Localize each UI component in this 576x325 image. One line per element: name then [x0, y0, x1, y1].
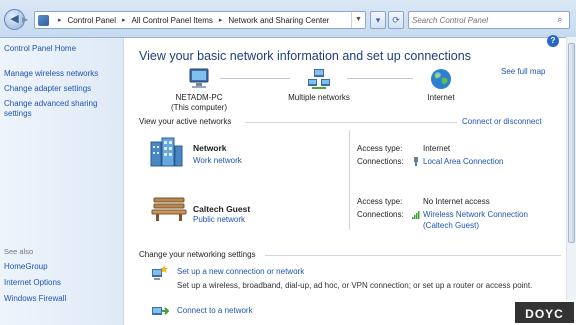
see-full-map-link[interactable]: See full map [501, 67, 545, 76]
globe-icon [403, 68, 479, 90]
change-adapter-link[interactable]: Change adapter settings [4, 84, 120, 94]
breadcrumb: ▸ Control Panel ▸ All Control Panel Item… [52, 12, 329, 28]
internet-label: Internet [427, 93, 455, 102]
address-bar[interactable]: ▸ Control Panel ▸ All Control Panel Item… [34, 11, 366, 29]
setup-connection-description: Set up a wireless, broadband, dial-up, a… [177, 281, 533, 290]
control-panel-icon [38, 15, 49, 26]
see-also-heading: See also [4, 247, 34, 256]
change-settings-heading: Change your networking settings [139, 250, 256, 259]
chevron-down-icon[interactable]: ▼ [351, 12, 365, 28]
internet-options-link[interactable]: Internet Options [4, 278, 66, 288]
work-network-link[interactable]: Work network [193, 156, 242, 165]
network-icon [281, 68, 357, 90]
task-pane: Control Panel Home Manage wireless netwo… [0, 38, 124, 325]
main-content: ? View your basic network information an… [125, 35, 576, 325]
wireless-connection-link[interactable]: Wireless Network Connection (Caltech Gue… [423, 209, 528, 231]
network-name: Network [193, 143, 227, 153]
public-network-icon[interactable] [151, 196, 187, 222]
wireless-connection-name[interactable]: Wireless Network Connection [423, 210, 528, 219]
divider [265, 255, 561, 256]
chevron-right-icon[interactable]: ▸ [219, 16, 223, 24]
connections-label: Connections: [357, 210, 404, 219]
wireless-signal-icon [412, 210, 420, 219]
connect-network-icon[interactable] [151, 303, 170, 321]
network-name: Caltech Guest [193, 204, 251, 214]
access-type-label: Access type: [357, 197, 403, 206]
work-network-icon[interactable] [149, 136, 183, 168]
access-type-label: Access type: [357, 144, 403, 153]
new-connection-icon[interactable] [151, 265, 169, 283]
control-panel-home-link[interactable]: Control Panel Home [4, 44, 76, 53]
connect-network-link[interactable]: Connect to a network [177, 306, 253, 315]
vertical-scrollbar[interactable] [566, 37, 576, 325]
search-box[interactable]: ⌕ [408, 11, 570, 29]
windows-firewall-link[interactable]: Windows Firewall [4, 294, 66, 304]
computer-caption: (This computer) [170, 103, 227, 112]
ethernet-icon [412, 157, 420, 166]
forward-button[interactable]: ▶ [22, 12, 32, 27]
task-links: Manage wireless networks Change adapter … [4, 69, 120, 124]
access-type-value: No Internet access [423, 197, 490, 206]
search-input[interactable] [412, 13, 552, 27]
breadcrumb-control-panel[interactable]: Control Panel [68, 16, 116, 25]
history-dropdown-button[interactable]: ▾ [370, 11, 386, 29]
manage-wireless-link[interactable]: Manage wireless networks [4, 69, 120, 79]
change-sharing-link[interactable]: Change advanced sharing settings [4, 99, 120, 119]
map-node-computer[interactable]: NETADM-PC (This computer) [161, 68, 237, 113]
setup-connection-link[interactable]: Set up a new connection or network [177, 267, 304, 276]
connections-label: Connections: [357, 157, 404, 166]
computer-name: NETADM-PC [175, 93, 223, 102]
page-title: View your basic network information and … [139, 49, 471, 63]
address-toolbar: ◀ ▶ ▸ Control Panel ▸ All Control Panel … [0, 0, 576, 38]
public-network-link[interactable]: Public network [193, 215, 245, 224]
homegroup-link[interactable]: HomeGroup [4, 262, 66, 272]
connect-disconnect-link[interactable]: Connect or disconnect [462, 117, 542, 126]
see-also-links: HomeGroup Internet Options Windows Firew… [4, 262, 66, 310]
help-icon[interactable]: ? [547, 35, 559, 47]
networks-label: Multiple networks [288, 93, 350, 102]
divider [349, 130, 350, 230]
computer-icon [161, 68, 237, 90]
map-node-internet[interactable]: Internet [403, 68, 479, 103]
scrollbar-thumb[interactable] [568, 43, 575, 243]
wireless-connection-ssid[interactable]: (Caltech Guest) [423, 221, 479, 230]
watermark-logo: DOYC [513, 300, 576, 325]
breadcrumb-all-items[interactable]: All Control Panel Items [132, 16, 213, 25]
active-networks-heading: View your active networks [139, 117, 232, 126]
local-area-connection-link[interactable]: Local Area Connection [423, 156, 504, 167]
divider [245, 122, 457, 123]
breadcrumb-network-sharing[interactable]: Network and Sharing Center [228, 16, 329, 25]
chevron-right-icon: ▸ [58, 17, 62, 24]
refresh-button[interactable]: ⟳ [388, 11, 404, 29]
chevron-right-icon[interactable]: ▸ [122, 16, 126, 24]
search-icon[interactable]: ⌕ [554, 14, 566, 26]
map-node-networks[interactable]: Multiple networks [281, 68, 357, 103]
access-type-value: Internet [423, 144, 451, 153]
